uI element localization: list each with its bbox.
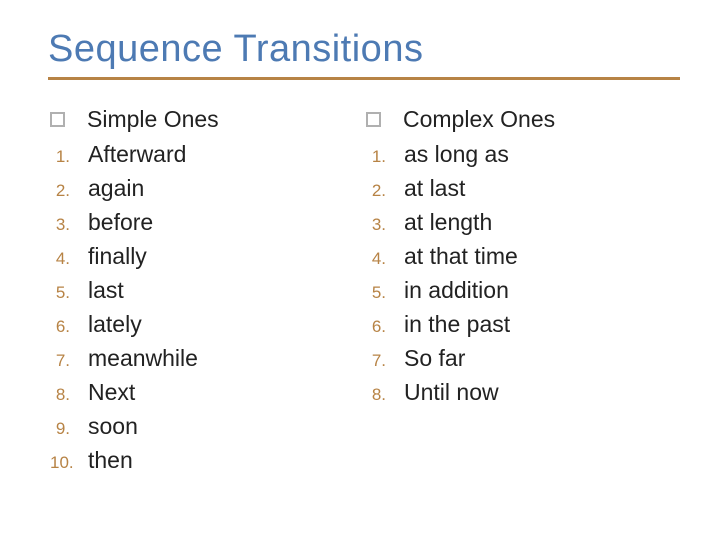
item-text: Afterward	[88, 141, 186, 168]
slide: Sequence Transitions Simple Ones 1.After…	[0, 0, 728, 546]
right-heading-row: Complex Ones	[366, 106, 680, 133]
item-text: in addition	[404, 277, 509, 304]
right-heading: Complex Ones	[403, 106, 555, 133]
item-text: Next	[88, 379, 135, 406]
item-text: meanwhile	[88, 345, 198, 372]
item-number: 5.	[50, 283, 88, 303]
list-item: 3.before	[50, 209, 364, 236]
item-number: 4.	[366, 249, 404, 269]
list-item: 6.lately	[50, 311, 364, 338]
item-text: So far	[404, 345, 465, 372]
item-number: 8.	[366, 385, 404, 405]
list-item: 2.again	[50, 175, 364, 202]
item-number: 2.	[366, 181, 404, 201]
list-item: 4.at that time	[366, 243, 680, 270]
list-item: 4.finally	[50, 243, 364, 270]
item-number: 2.	[50, 181, 88, 201]
list-item: 8.Next	[50, 379, 364, 406]
content-columns: Simple Ones 1.Afterward 2.again 3.before…	[48, 106, 680, 481]
item-number: 6.	[366, 317, 404, 337]
item-text: finally	[88, 243, 147, 270]
list-item: 5.in addition	[366, 277, 680, 304]
item-number: 1.	[50, 147, 88, 167]
item-number: 7.	[50, 351, 88, 371]
list-item: 6.in the past	[366, 311, 680, 338]
item-text: at length	[404, 209, 492, 236]
item-text: in the past	[404, 311, 510, 338]
item-text: lately	[88, 311, 142, 338]
item-number: 4.	[50, 249, 88, 269]
square-bullet-icon	[50, 112, 65, 127]
item-number: 7.	[366, 351, 404, 371]
left-heading-row: Simple Ones	[50, 106, 364, 133]
item-number: 1.	[366, 147, 404, 167]
title-underline	[48, 77, 680, 80]
item-number: 9.	[50, 419, 88, 439]
list-item: 8.Until now	[366, 379, 680, 406]
list-item: 5.last	[50, 277, 364, 304]
item-text: at that time	[404, 243, 518, 270]
item-text: last	[88, 277, 124, 304]
list-item: 3.at length	[366, 209, 680, 236]
list-item: 1.as long as	[366, 141, 680, 168]
left-heading: Simple Ones	[87, 106, 219, 133]
item-text: as long as	[404, 141, 509, 168]
item-text: then	[88, 447, 133, 474]
item-number: 5.	[366, 283, 404, 303]
item-text: Until now	[404, 379, 499, 406]
list-item: 7.So far	[366, 345, 680, 372]
item-text: before	[88, 209, 153, 236]
right-column: Complex Ones 1.as long as 2.at last 3.at…	[364, 106, 680, 481]
item-text: soon	[88, 413, 138, 440]
item-number: 3.	[366, 215, 404, 235]
list-item: 2.at last	[366, 175, 680, 202]
list-item: 7.meanwhile	[50, 345, 364, 372]
item-number: 10.	[50, 453, 88, 473]
list-item: 10.then	[50, 447, 364, 474]
slide-title: Sequence Transitions	[48, 28, 680, 71]
left-column: Simple Ones 1.Afterward 2.again 3.before…	[48, 106, 364, 481]
square-bullet-icon	[366, 112, 381, 127]
item-number: 6.	[50, 317, 88, 337]
item-text: again	[88, 175, 144, 202]
list-item: 9.soon	[50, 413, 364, 440]
item-number: 3.	[50, 215, 88, 235]
list-item: 1.Afterward	[50, 141, 364, 168]
item-number: 8.	[50, 385, 88, 405]
item-text: at last	[404, 175, 465, 202]
